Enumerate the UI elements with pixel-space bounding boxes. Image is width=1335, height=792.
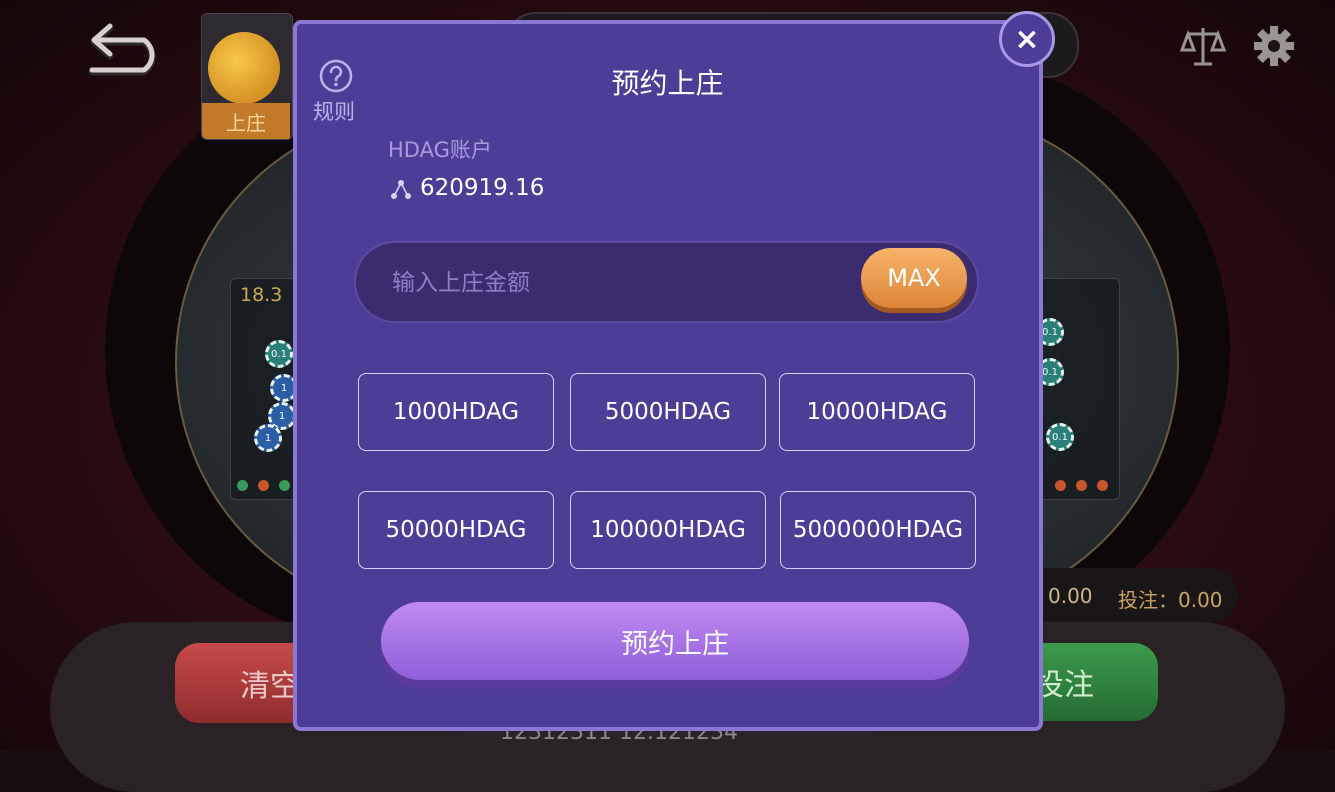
amount-option-button[interactable]: 50000HDAG (358, 491, 554, 569)
road-dot (237, 480, 248, 491)
road-dot (258, 480, 269, 491)
left-panel-value: 18.3 (240, 284, 283, 306)
amount-option-button[interactable]: 1000HDAG (358, 373, 554, 451)
dialog-title: 预约上庄 (611, 67, 724, 100)
banker-amount-input[interactable] (390, 262, 834, 304)
gear-icon[interactable] (1253, 25, 1295, 71)
balance-scale-icon[interactable] (1179, 24, 1227, 74)
chip: 0.1 (265, 340, 293, 368)
max-button[interactable]: MAX (861, 248, 967, 308)
avatar (208, 32, 280, 104)
hdag-coin-icon (389, 178, 413, 206)
become-banker-button[interactable]: 上庄 (202, 103, 290, 139)
road-dot (279, 480, 290, 491)
road-dot (1097, 480, 1108, 491)
banker-avatar-card[interactable]: 上庄 (201, 13, 293, 140)
chip: 1 (254, 424, 282, 452)
chip: 0.1 (1046, 423, 1074, 451)
road-dot (1076, 480, 1087, 491)
account-balance: 620919.16 (420, 175, 545, 201)
close-button[interactable]: × (999, 11, 1055, 67)
amount-option-button[interactable]: 100000HDAG (570, 491, 766, 569)
question-mark-icon[interactable] (318, 58, 354, 94)
amount-option-button[interactable]: 5000HDAG (570, 373, 766, 451)
account-label: HDAG账户 (388, 138, 492, 162)
amount-option-button[interactable]: 5000000HDAG (780, 491, 976, 569)
rules-link[interactable]: 规则 (313, 96, 355, 126)
reserve-banker-button[interactable]: 预约上庄 (381, 602, 969, 680)
total-amount: 0.00 (1048, 584, 1093, 608)
bet-amount: 投注：0.00 (1118, 588, 1223, 612)
road-dot (1055, 480, 1066, 491)
back-arrow-icon[interactable] (88, 20, 168, 80)
amount-option-button[interactable]: 10000HDAG (779, 373, 975, 451)
